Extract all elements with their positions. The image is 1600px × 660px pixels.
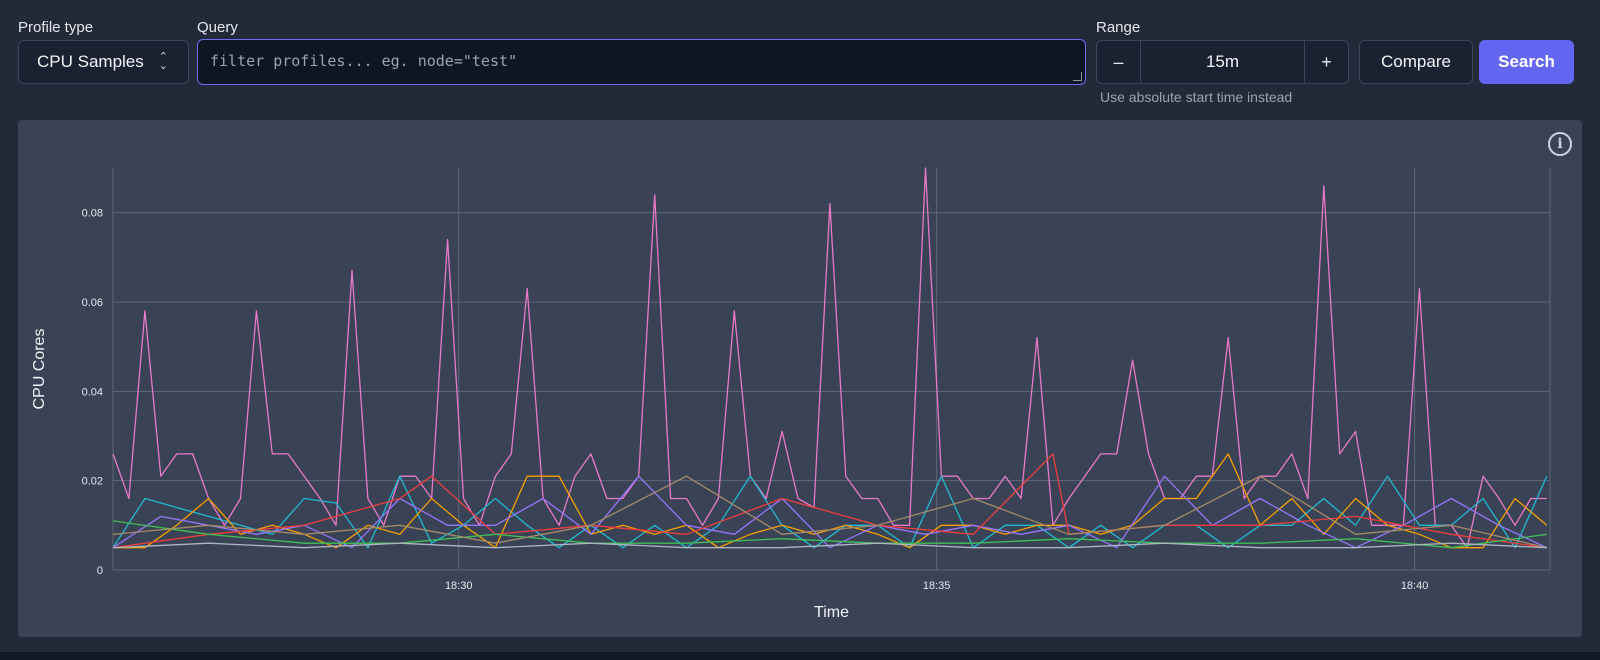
series-line-3 [113, 453, 1548, 549]
cpu-chart: 0 0.02 0.04 0.06 0.08 18:30 18:35 18:40 Time CPU … [31, 167, 1551, 621]
y-tick-label: 0.04 [82, 386, 103, 398]
x-axis-label: Time [814, 604, 849, 621]
x-tick-label: 18:40 [1401, 580, 1429, 592]
y-tick-label: 0.02 [82, 476, 103, 488]
series-line-1 [112, 167, 1547, 549]
bottom-bar [0, 652, 1600, 660]
x-tick-label: 18:30 [445, 580, 473, 592]
y-tick-label: 0 [97, 565, 103, 577]
y-tick-label: 0.08 [82, 208, 103, 220]
x-tick-label: 18:35 [923, 580, 951, 592]
y-tick-label: 0.06 [82, 297, 103, 309]
series-line-5 [112, 453, 1547, 549]
chart-axes: 0 0.02 0.04 0.06 0.08 18:30 18:35 18:40 Time CPU … [31, 208, 1428, 621]
chart-series [112, 167, 1548, 549]
y-axis-label: CPU Cores [31, 329, 48, 410]
page: Profile type CPU Samples ⌃ ⌄ Query filter… [0, 0, 1600, 660]
